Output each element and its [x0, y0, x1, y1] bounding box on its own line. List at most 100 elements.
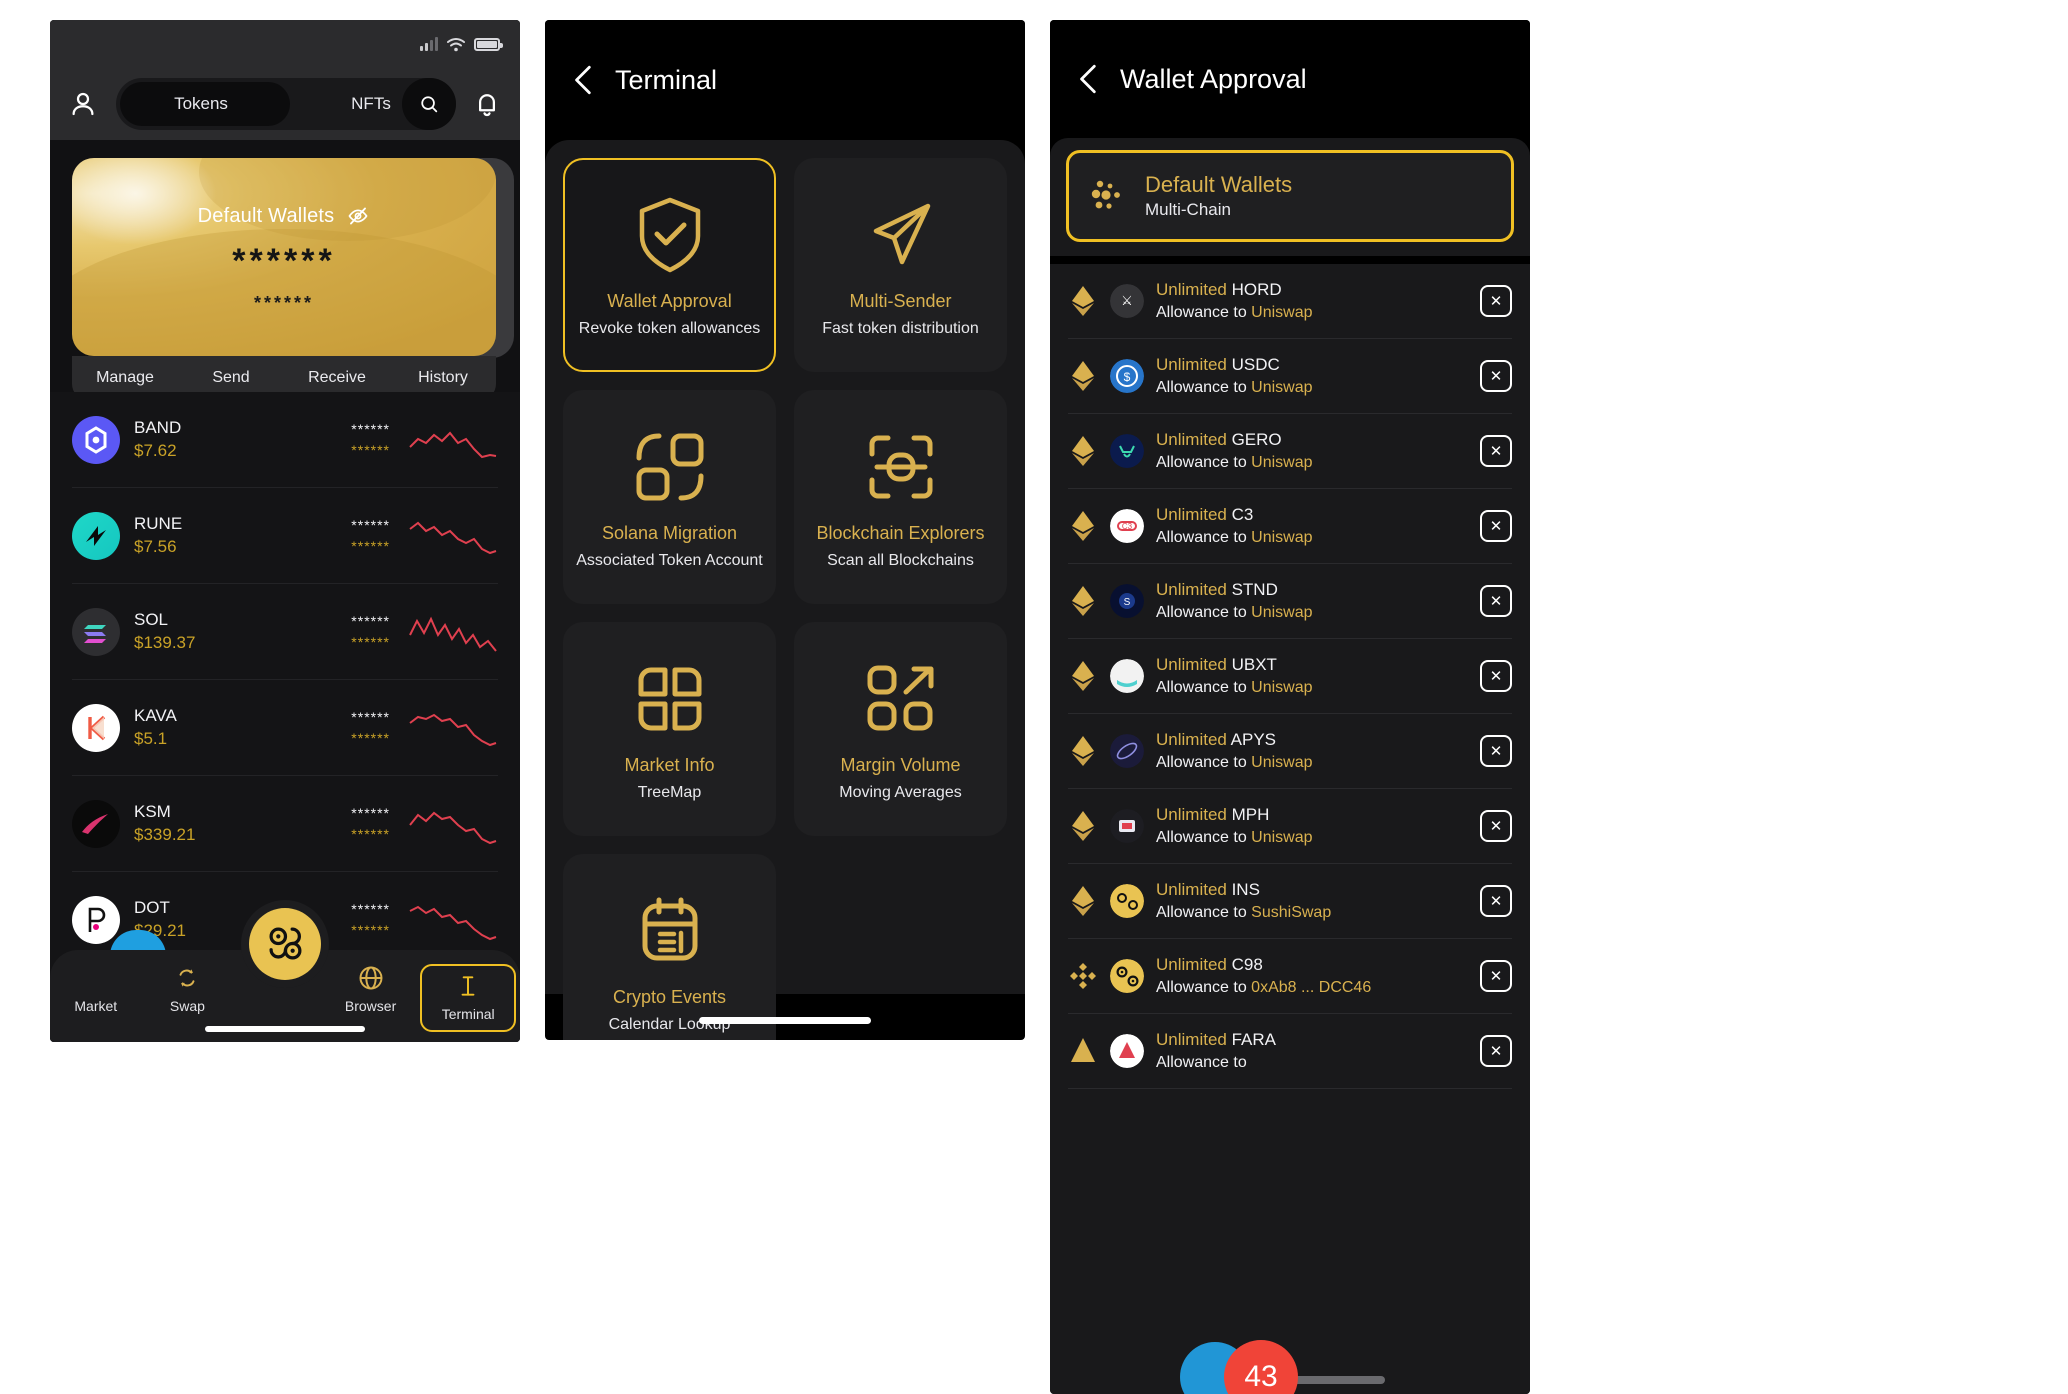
approval-row[interactable]: Unlimited INS Allowance to SushiSwap ✕ [1068, 864, 1512, 939]
approval-text: Unlimited APYS Allowance to Uniswap [1156, 728, 1468, 774]
terminal-card-wallet-approval[interactable]: Wallet Approval Revoke token allowances [563, 158, 776, 372]
approval-row[interactable]: Unlimited MPH Allowance to Uniswap ✕ [1068, 789, 1512, 864]
table-row[interactable]: RUNE $7.56 ****** ****** [72, 488, 498, 584]
approval-row[interactable]: C3 Unlimited C3 Allowance to Uniswap ✕ [1068, 489, 1512, 564]
card-subtitle: TreeMap [637, 783, 702, 801]
chevron-left-icon[interactable] [571, 63, 597, 97]
top-bar: Tokens NFTs [50, 68, 520, 140]
card-title: Solana Migration [601, 522, 738, 543]
revoke-button[interactable]: ✕ [1480, 435, 1512, 467]
treemap-grid-icon [631, 657, 709, 741]
approval-amount-token: Unlimited STND [1156, 579, 1278, 599]
action-manage[interactable]: Manage [72, 369, 178, 387]
table-row[interactable]: KSM $339.21 ****** ****** [72, 776, 498, 872]
action-history[interactable]: History [390, 369, 496, 387]
sidebar-item-terminal[interactable]: Terminal [420, 964, 516, 1032]
revoke-button[interactable]: ✕ [1480, 360, 1512, 392]
search-button[interactable] [402, 78, 456, 130]
token-values: ****** ****** [351, 515, 390, 557]
revoke-button[interactable]: ✕ [1480, 510, 1512, 542]
approval-spender: Allowance to Uniswap [1156, 678, 1313, 696]
chevron-left-icon[interactable] [1076, 62, 1102, 96]
action-receive[interactable]: Receive [284, 369, 390, 387]
approval-text: Unlimited C98 Allowance to 0xAb8 ... DCC4… [1156, 953, 1468, 999]
card-title: Market Info [624, 754, 715, 775]
approval-amount-token: Unlimited APYS [1156, 729, 1276, 749]
card-title: Margin Volume [840, 754, 961, 775]
tokens-nfts-segment[interactable]: Tokens NFTs [116, 78, 456, 130]
token-change: ****** [351, 633, 390, 650]
sidebar-item-swap[interactable]: Swap [142, 964, 234, 1014]
terminal-card-market-info[interactable]: Market Info TreeMap [563, 622, 776, 836]
revoke-button[interactable]: ✕ [1480, 960, 1512, 992]
multichain-dots-icon [1091, 180, 1120, 209]
table-row[interactable]: BAND $7.62 ****** ****** [72, 392, 498, 488]
approval-row[interactable]: Unlimited APYS Allowance to Uniswap ✕ [1068, 714, 1512, 789]
approval-spender: Allowance to Uniswap [1156, 828, 1313, 846]
wallet-selector[interactable]: Default Wallets Multi-Chain [1066, 150, 1514, 242]
token-change: ****** [351, 441, 390, 458]
approval-row[interactable]: Unlimited UBXT Allowance to Uniswap ✕ [1068, 639, 1512, 714]
revoke-button[interactable]: ✕ [1480, 1035, 1512, 1067]
chain-ethereum-icon [1068, 434, 1098, 468]
svg-text:C3: C3 [1122, 522, 1133, 531]
approval-row[interactable]: S Unlimited STND Allowance to Uniswap ✕ [1068, 564, 1512, 639]
wallet-balance: ****** [232, 242, 336, 280]
home-indicator [205, 1026, 365, 1032]
approval-amount-token: Unlimited MPH [1156, 804, 1270, 824]
approval-spender: Allowance to SushiSwap [1156, 903, 1332, 921]
sparkline-chart [409, 616, 497, 652]
home-indicator [699, 1017, 871, 1024]
approval-row[interactable]: $ Unlimited USDC Allowance to Uniswap ✕ [1068, 339, 1512, 414]
wallet-approval-header: Wallet Approval [1050, 20, 1530, 138]
bell-icon[interactable] [472, 89, 502, 119]
cellular-signal-icon [420, 37, 438, 51]
revoke-button[interactable]: ✕ [1480, 735, 1512, 767]
token-text: BAND $7.62 [134, 417, 337, 463]
eye-off-icon[interactable] [346, 204, 370, 228]
chain-binance-icon [1068, 959, 1098, 993]
terminal-card-crypto-events[interactable]: Crypto Events Calendar Lookup [563, 854, 776, 1040]
revoke-button[interactable]: ✕ [1480, 660, 1512, 692]
svg-text:$: $ [1124, 370, 1131, 384]
chain-ethereum-icon [1068, 659, 1098, 693]
shield-check-icon [632, 193, 708, 277]
terminal-card-multi-sender[interactable]: Multi-Sender Fast token distribution [794, 158, 1007, 372]
gero-icon [1110, 434, 1144, 468]
terminal-card-solana-migration[interactable]: Solana Migration Associated Token Accoun… [563, 390, 776, 604]
token-price: $7.56 [134, 536, 177, 556]
token-price: $5.1 [134, 728, 168, 748]
terminal-card-blockchain-explorers[interactable]: Blockchain Explorers Scan all Blockchain… [794, 390, 1007, 604]
wallet-card[interactable]: Default Wallets ****** ****** [72, 158, 496, 356]
overlay-badges: 43 [1180, 1340, 1298, 1394]
table-row[interactable]: SOL $139.37 ****** ****** [72, 584, 498, 680]
fara-icon [1110, 1034, 1144, 1068]
tab-tokens[interactable]: Tokens [116, 78, 286, 130]
revoke-button[interactable]: ✕ [1480, 585, 1512, 617]
coin98-logo-icon[interactable] [249, 908, 321, 980]
person-icon[interactable] [68, 89, 98, 119]
approval-text: Unlimited INS Allowance to SushiSwap [1156, 878, 1468, 924]
wallet-selector-text: Default Wallets Multi-Chain [1145, 170, 1292, 223]
phone-screen-tokens: Tokens NFTs Default Wallets ****** *****… [50, 20, 520, 1042]
action-send[interactable]: Send [178, 369, 284, 387]
approval-row[interactable]: Unlimited C98 Allowance to 0xAb8 ... DCC4… [1068, 939, 1512, 1014]
sidebar-item-browser[interactable]: Browser [325, 964, 417, 1014]
c98-icon [1110, 959, 1144, 993]
approval-list[interactable]: ⚔ Unlimited HORD Allowance to Uniswap ✕ $ Unl… [1050, 264, 1530, 1394]
approval-amount-token: Unlimited HORD [1156, 279, 1282, 299]
ksm-icon [72, 799, 120, 848]
approval-row[interactable]: Unlimited GERO Allowance to Uniswap ✕ [1068, 414, 1512, 489]
approval-row[interactable]: ⚔ Unlimited HORD Allowance to Uniswap ✕ [1068, 264, 1512, 339]
approval-row[interactable]: Unlimited FARA Allowance to ✕ [1068, 1014, 1512, 1089]
token-value: ****** [351, 612, 390, 629]
sparkline-chart [409, 521, 497, 554]
revoke-button[interactable]: ✕ [1480, 810, 1512, 842]
revoke-button[interactable]: ✕ [1480, 285, 1512, 317]
revoke-button[interactable]: ✕ [1480, 885, 1512, 917]
sidebar-item-market[interactable]: Market [50, 964, 142, 1014]
terminal-header: Terminal [545, 20, 1025, 140]
approval-text: Unlimited FARA Allowance to [1156, 1028, 1468, 1074]
table-row[interactable]: KAVA $5.1 ****** ****** [72, 680, 498, 776]
terminal-card-margin-volume[interactable]: Margin Volume Moving Averages [794, 622, 1007, 836]
